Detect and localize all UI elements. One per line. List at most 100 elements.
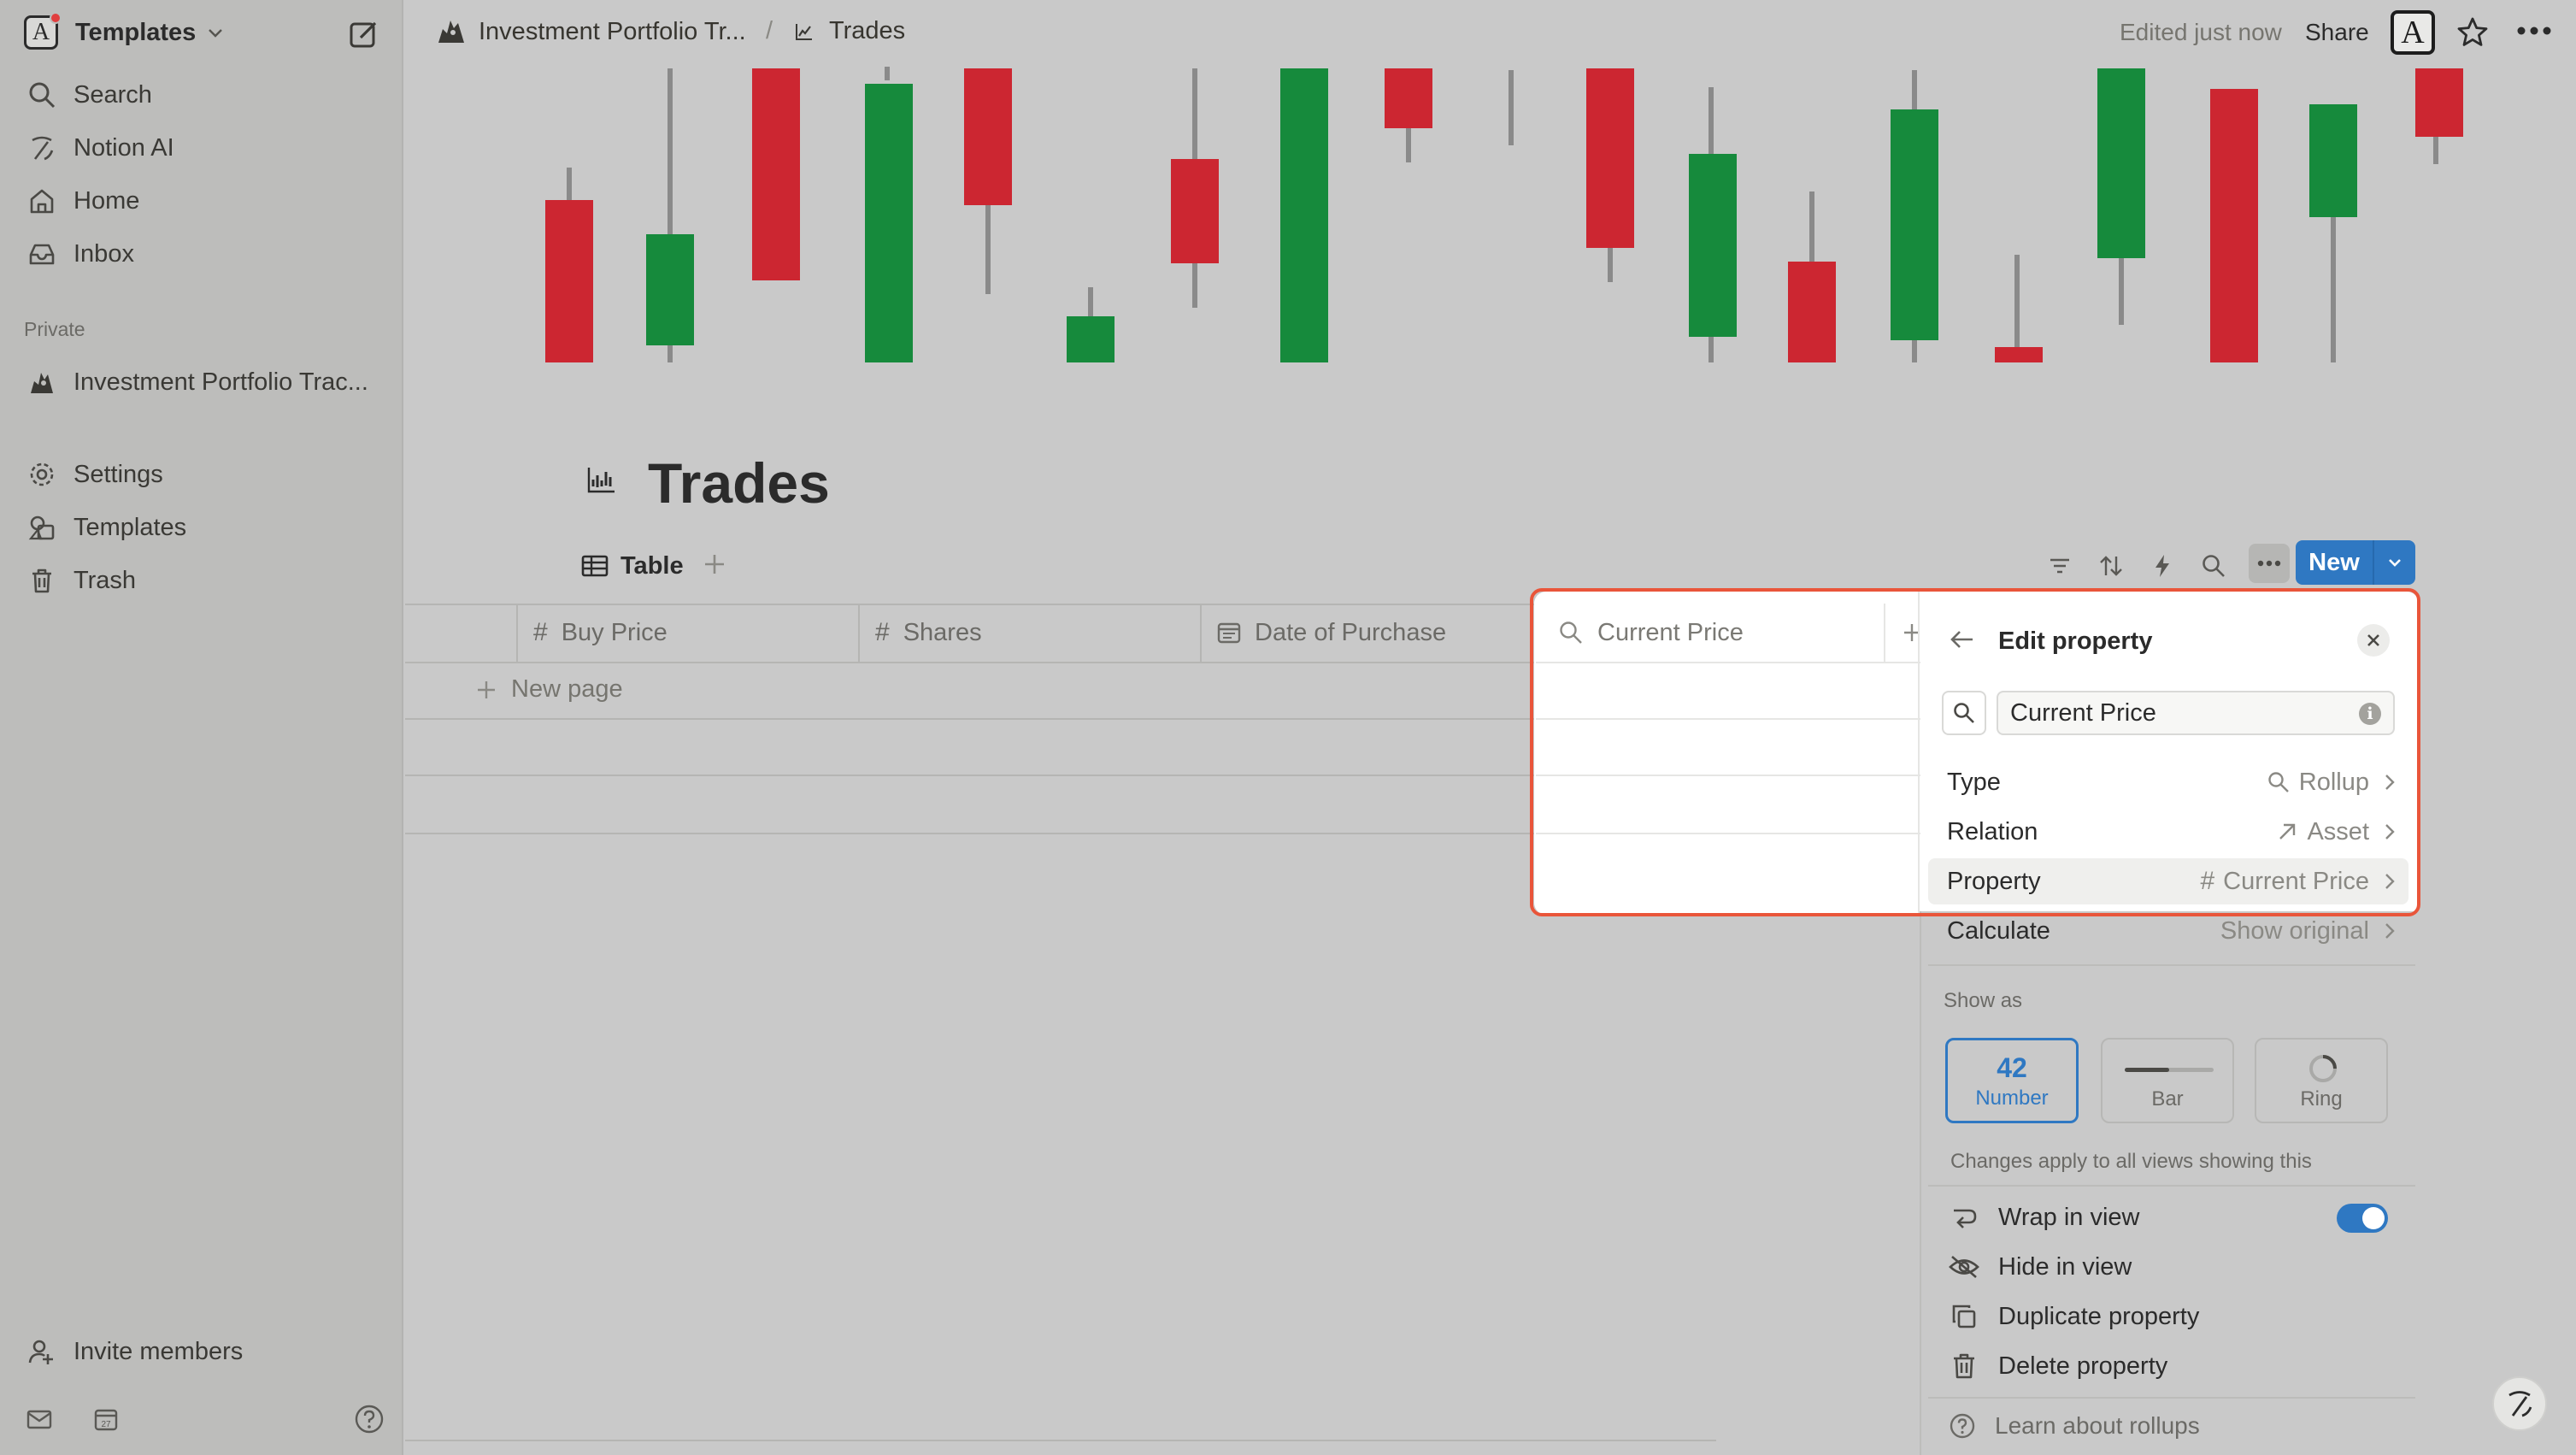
view-tab-table[interactable]: Table (581, 549, 684, 583)
chart-icon[interactable] (586, 465, 617, 494)
option-label: Number (1975, 1087, 2049, 1110)
new-page-icon[interactable] (347, 17, 381, 51)
share-button[interactable]: Share (2305, 19, 2369, 46)
sidebar-item-home[interactable]: Home (26, 181, 139, 221)
action-label: Hide in view (1998, 1252, 2132, 1281)
cover-image (405, 67, 2576, 374)
property-name-value: Current Price (2010, 698, 2156, 727)
sidebar-item-label: Notion AI (74, 133, 174, 162)
add-user-icon (26, 1335, 58, 1368)
filter-icon[interactable] (2044, 551, 2075, 581)
action-label: Duplicate property (1998, 1302, 2200, 1330)
property-icon-picker[interactable] (1942, 691, 1986, 735)
sidebar-item-trash[interactable]: Trash (26, 561, 136, 600)
invite-members-button[interactable]: Invite members (26, 1332, 243, 1371)
more-icon[interactable] (2516, 26, 2552, 36)
new-button[interactable]: New (2296, 540, 2415, 585)
property-type-row[interactable]: Type Rollup (1928, 759, 2408, 805)
sidebar-item-inbox[interactable]: Inbox (26, 234, 134, 274)
edit-property-title: Edit property (1998, 627, 2153, 655)
edited-status: Edited just now (2120, 19, 2282, 45)
calendar-icon (1217, 621, 1241, 645)
show-as-bar-option[interactable]: Bar (2101, 1038, 2234, 1123)
sort-icon[interactable] (2096, 551, 2126, 581)
info-icon[interactable]: i (2359, 703, 2381, 725)
show-as-number-option[interactable]: 42 Number (1945, 1038, 2079, 1123)
wrap-in-view-toggle[interactable] (2337, 1204, 2388, 1233)
sidebar-item-templates[interactable]: Templates (26, 508, 186, 547)
breadcrumb-label: Investment Portfolio Tr... (479, 17, 746, 45)
action-label: Wrap in view (1998, 1203, 2140, 1231)
view-more-button[interactable] (2249, 544, 2290, 583)
new-button-label: New (2308, 548, 2360, 576)
wrap-in-view-row[interactable]: Wrap in view (1949, 1199, 2139, 1236)
rollup-property-row[interactable]: Property # Current Price (1928, 858, 2408, 904)
sidebar-item-notion-ai[interactable]: Notion AI (26, 128, 174, 168)
home-icon (26, 185, 58, 217)
sidebar-item-label: Templates (74, 513, 187, 541)
column-header-shares[interactable]: # Shares (875, 604, 982, 662)
column-header-date-of-purchase[interactable]: Date of Purchase (1217, 604, 1446, 662)
column-header-label: Date of Purchase (1255, 618, 1447, 646)
calculate-row[interactable]: Calculate Show original (1928, 908, 2408, 954)
number-type-icon: # (533, 618, 548, 646)
sidebar-item-search[interactable]: Search (26, 75, 152, 115)
page-title[interactable]: Trades (648, 451, 830, 515)
templates-icon (26, 511, 58, 544)
hide-in-view-row[interactable]: Hide in view (1949, 1248, 2132, 1286)
help-icon[interactable] (354, 1404, 385, 1434)
star-icon[interactable] (2455, 15, 2490, 50)
chevron-right-icon (2383, 922, 2397, 940)
back-arrow-icon[interactable] (1949, 626, 1976, 653)
column-header-label: Buy Price (561, 618, 668, 646)
inbox-icon (26, 238, 58, 270)
add-view-icon[interactable] (703, 552, 726, 576)
delete-property-row[interactable]: Delete property (1949, 1347, 2167, 1385)
show-as-ring-option[interactable]: Ring (2255, 1038, 2388, 1123)
workspace-switcher[interactable]: A Templates (24, 12, 225, 50)
sidebar-item-label: Search (74, 80, 152, 109)
workspace-logo: A (24, 12, 62, 50)
breadcrumb-item-trades[interactable]: Trades (795, 17, 905, 45)
breadcrumb-separator: / (766, 17, 773, 44)
row-key: Type (1947, 768, 2001, 796)
portfolio-icon (26, 366, 58, 398)
column-header-label: Shares (903, 618, 982, 646)
sidebar-page-investment-portfolio[interactable]: Investment Portfolio Trac... (26, 362, 368, 402)
search-icon (26, 79, 58, 111)
row-value: Show original (2220, 916, 2369, 945)
notion-ai-icon (26, 132, 58, 164)
notion-ai-icon (2508, 1391, 2532, 1417)
chevron-right-icon (2383, 773, 2397, 792)
learn-about-rollups-link[interactable]: Learn about rollups (1949, 1412, 2200, 1440)
relation-row[interactable]: Relation Asset (1928, 809, 2408, 855)
arrow-up-right-icon (2276, 821, 2298, 843)
chevron-down-icon (206, 23, 225, 42)
notion-ai-fab[interactable] (2492, 1376, 2547, 1431)
breadcrumb-item-portfolio[interactable]: Investment Portfolio Tr... (436, 17, 746, 46)
table-icon (581, 554, 609, 578)
search-icon[interactable] (2198, 551, 2229, 581)
new-page-row[interactable]: New page (475, 675, 623, 704)
chevron-down-icon[interactable] (2374, 554, 2415, 571)
sidebar-item-label: Settings (74, 460, 163, 488)
sidebar-item-settings[interactable]: Settings (26, 455, 163, 494)
automation-icon[interactable] (2147, 551, 2178, 581)
column-header-current-price[interactable]: Current Price (1543, 604, 1885, 662)
column-header-buy-price[interactable]: # Buy Price (533, 604, 668, 662)
learn-label: Learn about rollups (1995, 1412, 2200, 1439)
avatar[interactable]: A (2391, 10, 2435, 55)
duplicate-property-row[interactable]: Duplicate property (1949, 1298, 2199, 1335)
trash-icon (1949, 1351, 1979, 1381)
ring-preview-icon (2308, 1053, 2338, 1084)
column-header-label: Current Price (1597, 618, 1744, 646)
property-name-input[interactable]: Current Price i (1997, 691, 2395, 735)
trash-icon (26, 564, 58, 597)
close-icon[interactable] (2357, 624, 2390, 657)
mail-icon[interactable] (26, 1405, 53, 1433)
calendar-icon[interactable]: 27 (92, 1405, 120, 1433)
search-icon (1954, 703, 1974, 723)
row-value: Current Price (2223, 867, 2369, 895)
show-as-label: Show as (1944, 989, 2023, 1012)
duplicate-icon (1949, 1301, 1979, 1332)
